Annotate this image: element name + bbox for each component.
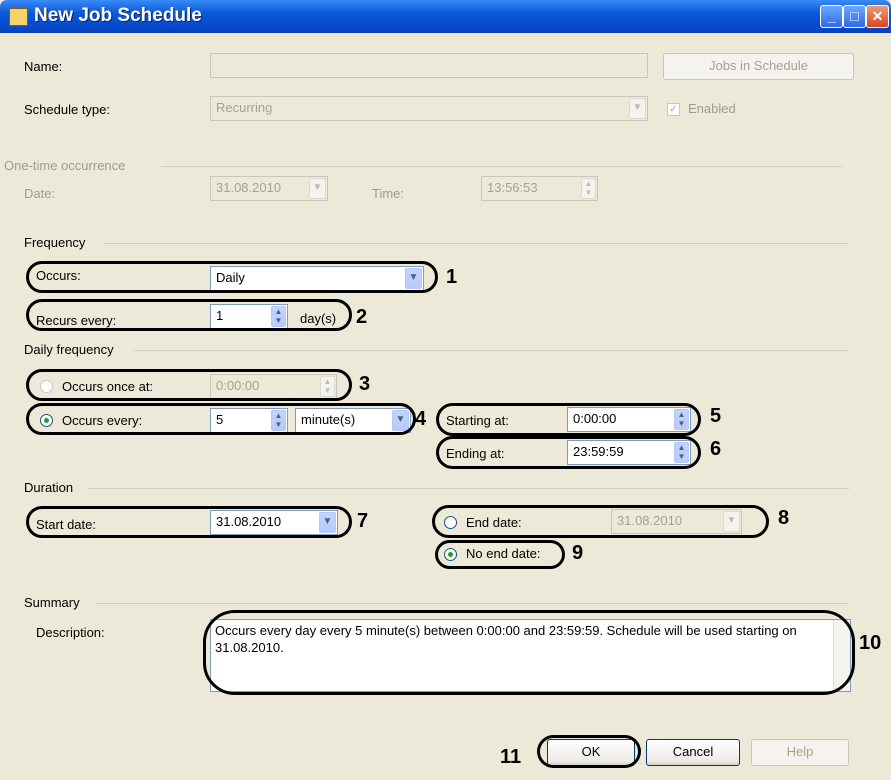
callout-number-7: 7 bbox=[357, 510, 369, 532]
callout-number-2: 2 bbox=[356, 306, 368, 328]
frequency-divider bbox=[104, 243, 849, 244]
date-value: 31.08.2010 bbox=[216, 180, 282, 195]
name-field[interactable] bbox=[210, 53, 648, 78]
enabled-checkbox[interactable]: ✓ bbox=[667, 103, 680, 116]
callout-number-1: 1 bbox=[446, 266, 458, 288]
window-title: New Job Schedule bbox=[34, 5, 202, 26]
frequency-heading: Frequency bbox=[24, 235, 86, 250]
enabled-label: Enabled bbox=[688, 101, 736, 116]
jobs-in-schedule-button[interactable]: Jobs in Schedule bbox=[663, 53, 854, 80]
description-label: Description: bbox=[36, 625, 105, 640]
callout-number-6: 6 bbox=[710, 438, 722, 460]
callout-number-10: 10 bbox=[859, 632, 882, 654]
callout-number-9: 9 bbox=[572, 542, 584, 564]
date-label: Date: bbox=[24, 186, 56, 201]
schedule-type-select[interactable]: Recurring ▼ bbox=[210, 96, 648, 121]
summary-divider bbox=[96, 603, 849, 604]
callout-oval-1 bbox=[26, 261, 438, 293]
callout-oval-3 bbox=[26, 369, 352, 401]
maximize-button[interactable]: □ bbox=[843, 5, 866, 28]
cancel-button[interactable]: Cancel bbox=[646, 739, 740, 766]
chevron-down-icon: ▼ bbox=[629, 98, 646, 119]
callout-oval-10 bbox=[203, 610, 855, 695]
callout-number-11: 11 bbox=[500, 746, 522, 768]
callout-oval-2 bbox=[26, 299, 352, 331]
close-button[interactable]: ✕ bbox=[866, 5, 889, 28]
one-time-heading: One-time occurrence bbox=[4, 158, 126, 173]
duration-divider bbox=[88, 488, 849, 489]
callout-oval-8 bbox=[432, 505, 769, 538]
callout-number-3: 3 bbox=[359, 373, 371, 395]
date-picker[interactable]: 31.08.2010 ▼ bbox=[210, 176, 328, 201]
chevron-down-icon: ▼ bbox=[309, 178, 326, 199]
callout-number-4: 4 bbox=[415, 408, 427, 430]
help-button[interactable]: Help bbox=[751, 739, 849, 766]
callout-oval-11 bbox=[537, 735, 641, 768]
app-icon bbox=[9, 8, 28, 26]
one-time-divider bbox=[162, 166, 842, 167]
schedule-type-value: Recurring bbox=[216, 100, 273, 115]
daily-frequency-divider bbox=[134, 350, 849, 351]
callout-oval-5 bbox=[436, 403, 701, 436]
name-label: Name: bbox=[24, 59, 63, 74]
callout-oval-4 bbox=[26, 403, 416, 435]
callout-oval-9 bbox=[435, 540, 565, 569]
callout-oval-7 bbox=[26, 506, 352, 538]
duration-heading: Duration bbox=[24, 480, 74, 495]
minimize-button[interactable]: _ bbox=[820, 5, 843, 28]
spinner-arrows-icon: ▲ ▼ bbox=[581, 178, 596, 199]
callout-number-5: 5 bbox=[710, 405, 722, 427]
time-spinner[interactable]: 13:56:53 ▲ ▼ bbox=[481, 176, 598, 201]
daily-frequency-heading: Daily frequency bbox=[24, 342, 114, 357]
schedule-type-label: Schedule type: bbox=[24, 102, 111, 117]
callout-number-8: 8 bbox=[778, 507, 790, 529]
callout-oval-6 bbox=[436, 436, 701, 469]
time-value: 13:56:53 bbox=[487, 180, 538, 195]
time-label: Time: bbox=[372, 186, 405, 201]
summary-heading: Summary bbox=[24, 595, 80, 610]
